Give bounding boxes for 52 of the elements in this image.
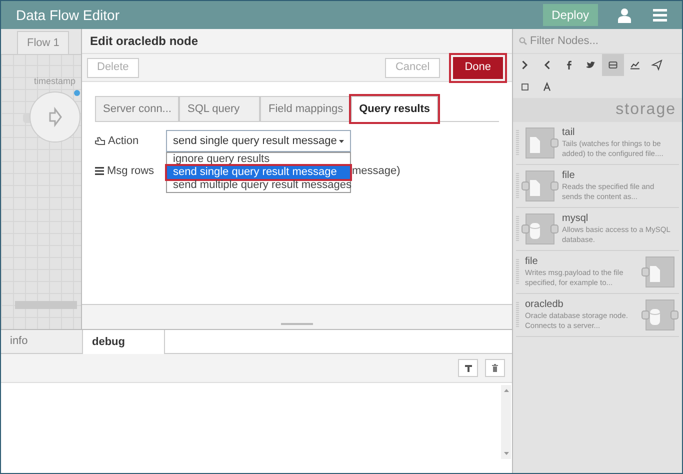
paper-plane-icon <box>651 59 663 71</box>
category-button[interactable] <box>602 54 624 76</box>
node-name: oracledb <box>525 299 564 311</box>
scrollbar[interactable] <box>15 301 77 309</box>
window-title: Data Flow Editor <box>16 6 120 24</box>
tab[interactable]: SQL query <box>179 96 260 122</box>
dropdown-option[interactable]: send single query result message <box>167 166 350 179</box>
dropdown-option[interactable]: ignore query results <box>167 153 350 166</box>
tab[interactable]: Server conn... <box>95 96 180 122</box>
filter-field[interactable]: Filter Nodes... <box>530 32 676 50</box>
tab[interactable]: debug <box>83 330 165 354</box>
field-value: message) <box>352 164 400 179</box>
node-name: file <box>562 170 576 182</box>
square-icon <box>519 81 531 93</box>
tab[interactable]: Field mappings <box>260 96 352 122</box>
trash-icon <box>492 364 498 372</box>
tab[interactable]: Query results <box>351 96 438 122</box>
filter-button[interactable] <box>458 359 478 377</box>
filter-icon <box>464 364 472 372</box>
delete-button[interactable]: Delete <box>87 58 139 78</box>
resize-handle[interactable] <box>281 323 313 325</box>
tab[interactable]: info <box>1 330 83 354</box>
line-chart-icon <box>629 59 641 71</box>
hand-pointing-icon <box>95 136 105 146</box>
menu-icon[interactable] <box>653 8 667 22</box>
clear-button[interactable] <box>485 359 505 377</box>
node-name: tail <box>562 127 576 139</box>
node-name: mysql <box>562 213 590 225</box>
list-icon <box>95 167 104 175</box>
user-icon[interactable] <box>618 8 631 22</box>
node-block[interactable] <box>521 213 559 245</box>
flow-tab[interactable]: Flow 1 <box>17 31 70 54</box>
field-label: Action <box>108 134 139 149</box>
scroll-up-icon[interactable] <box>504 389 508 392</box>
node-block[interactable] <box>641 299 679 331</box>
letter-icon <box>541 81 553 93</box>
done-button[interactable]: Done <box>452 56 503 78</box>
bird-icon <box>585 59 597 71</box>
scrollbar[interactable] <box>501 385 511 459</box>
node-label: timestamp <box>34 75 76 88</box>
dropdown-arrow-icon <box>339 140 344 142</box>
scroll-down-icon[interactable] <box>504 452 508 455</box>
field-label: Msg rows <box>107 164 154 179</box>
action-select[interactable]: send single query result message <box>166 130 351 152</box>
node-name: file <box>525 256 539 268</box>
cancel-button[interactable]: Cancel <box>385 58 440 78</box>
tray-title: Edit oracledb node <box>90 33 198 50</box>
deploy-button[interactable]: Deploy <box>542 4 598 26</box>
node-block[interactable] <box>521 170 559 202</box>
dropdown-option[interactable]: send multiple query result messages <box>167 179 350 192</box>
search-icon <box>519 37 527 45</box>
storage-icon <box>607 59 619 71</box>
